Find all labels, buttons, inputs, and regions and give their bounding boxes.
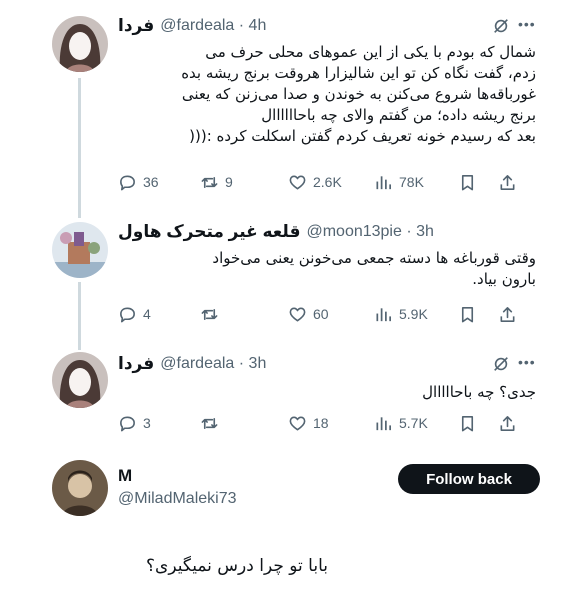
bookmark-icon bbox=[461, 174, 474, 190]
views-button[interactable]: 78K bbox=[374, 172, 424, 192]
repost-icon bbox=[201, 417, 218, 429]
bookmark-button[interactable] bbox=[458, 172, 483, 192]
tweet-header: قلعه غیر متحرک هاول @moon13pie · 3h bbox=[118, 220, 532, 244]
tweet-text: وقتی قورباغه ها دسته جمعی می‌خونن یعنی م… bbox=[118, 248, 536, 290]
action-bar: 4 60 5.9K bbox=[118, 304, 518, 324]
tweet-text: شمال که بودم با یکی از این عموهای محلی ح… bbox=[118, 42, 536, 147]
bookmark-button[interactable] bbox=[458, 413, 483, 433]
reply-text[interactable]: بابا تو چرا درس نمیگیری؟ bbox=[0, 556, 328, 576]
share-icon bbox=[500, 306, 515, 322]
more-icon[interactable]: ••• bbox=[518, 15, 538, 33]
views-icon bbox=[376, 307, 392, 321]
tweet-header: فردا @fardeala · 3h bbox=[118, 352, 532, 376]
grok-icon[interactable] bbox=[492, 17, 510, 35]
follow-back-button[interactable]: Follow back bbox=[398, 464, 540, 494]
reply-icon bbox=[120, 307, 135, 322]
tweet[interactable]: فردا @fardeala · 3h ••• جدی؟ چه باحااااا… bbox=[0, 342, 572, 442]
repost-button[interactable] bbox=[200, 413, 225, 433]
views-button[interactable]: 5.9K bbox=[374, 304, 428, 324]
text-line: غورباقه‌ها شروع می‌کنن به خوندن و صدا می… bbox=[181, 85, 536, 103]
share-button[interactable] bbox=[498, 304, 523, 324]
tweet-text: جدی؟ چه باحااااال bbox=[118, 382, 536, 403]
bookmark-button[interactable] bbox=[458, 304, 483, 324]
reply-button[interactable]: 3 bbox=[118, 413, 151, 433]
repost-icon bbox=[201, 176, 218, 188]
like-icon bbox=[289, 416, 306, 430]
like-count: 18 bbox=[313, 415, 329, 431]
text-line: شمال که بودم با یکی از این عموهای محلی ح… bbox=[205, 43, 536, 61]
tweet-header: فردا @fardeala · 4h bbox=[118, 14, 532, 38]
share-button[interactable] bbox=[498, 172, 523, 192]
text-line: برنج ریشه داده؛ من گفتم والای چه باحاااا… bbox=[261, 106, 536, 124]
profile-handle[interactable]: @MiladMaleki73 bbox=[118, 490, 237, 508]
repost-icon bbox=[201, 308, 218, 320]
tweet[interactable]: قلعه غیر متحرک هاول @moon13pie · 3h وقتی… bbox=[0, 210, 572, 330]
reply-count: 36 bbox=[143, 174, 159, 190]
reply-count: 4 bbox=[143, 306, 151, 322]
reply-icon bbox=[120, 175, 135, 190]
avatar[interactable] bbox=[52, 222, 108, 278]
reply-count: 3 bbox=[143, 415, 151, 431]
bookmark-icon bbox=[461, 306, 474, 322]
handle-time[interactable]: @fardeala · 3h bbox=[160, 355, 266, 373]
views-count: 5.9K bbox=[399, 306, 428, 322]
avatar[interactable] bbox=[52, 352, 108, 408]
views-icon bbox=[376, 416, 392, 430]
repost-count: 9 bbox=[225, 174, 233, 190]
reply-button[interactable]: 4 bbox=[118, 304, 151, 324]
share-button[interactable] bbox=[498, 413, 523, 433]
reply-button[interactable]: 36 bbox=[118, 172, 159, 192]
like-button[interactable]: 60 bbox=[288, 304, 329, 324]
like-icon bbox=[289, 175, 306, 189]
like-icon bbox=[289, 307, 306, 321]
views-button[interactable]: 5.7K bbox=[374, 413, 428, 433]
text-line: بعد که رسیدم خونه تعریف کردم گفتن اسکلت … bbox=[189, 127, 536, 145]
action-bar: 3 18 5.7K bbox=[118, 413, 518, 433]
text-line: جدی؟ چه باحااااال bbox=[422, 383, 536, 401]
share-icon bbox=[500, 415, 515, 431]
views-count: 5.7K bbox=[399, 415, 428, 431]
profile-name[interactable]: M bbox=[118, 466, 132, 486]
tweet[interactable]: فردا @fardeala · 4h ••• شمال که بودم با … bbox=[0, 0, 572, 200]
bookmark-icon bbox=[461, 415, 474, 431]
reply-icon bbox=[120, 416, 135, 431]
grok-icon[interactable] bbox=[492, 355, 510, 373]
like-button[interactable]: 2.6K bbox=[288, 172, 342, 192]
share-icon bbox=[500, 174, 515, 190]
avatar[interactable] bbox=[52, 460, 108, 516]
display-name[interactable]: فردا bbox=[118, 16, 154, 36]
display-name[interactable]: فردا bbox=[118, 354, 154, 374]
like-button[interactable]: 18 bbox=[288, 413, 329, 433]
text-line: وقتی قورباغه ها دسته جمعی می‌خونن یعنی م… bbox=[212, 249, 536, 267]
handle-time[interactable]: @fardeala · 4h bbox=[160, 17, 266, 35]
like-count: 2.6K bbox=[313, 174, 342, 190]
display-name[interactable]: قلعه غیر متحرک هاول bbox=[118, 222, 300, 242]
views-count: 78K bbox=[399, 174, 424, 190]
text-line: بارون بیاد. bbox=[472, 270, 536, 288]
views-icon bbox=[376, 175, 392, 189]
repost-button[interactable] bbox=[200, 304, 225, 324]
avatar[interactable] bbox=[52, 16, 108, 72]
action-bar: 36 9 2.6K 78K bbox=[118, 172, 518, 192]
repost-button[interactable]: 9 bbox=[200, 172, 233, 192]
like-count: 60 bbox=[313, 306, 329, 322]
handle-time[interactable]: @moon13pie · 3h bbox=[306, 223, 433, 241]
more-icon[interactable]: ••• bbox=[518, 353, 538, 371]
text-line: زدم، گفت نگاه کن تو این شالیزارا هروقت ب… bbox=[181, 64, 536, 82]
